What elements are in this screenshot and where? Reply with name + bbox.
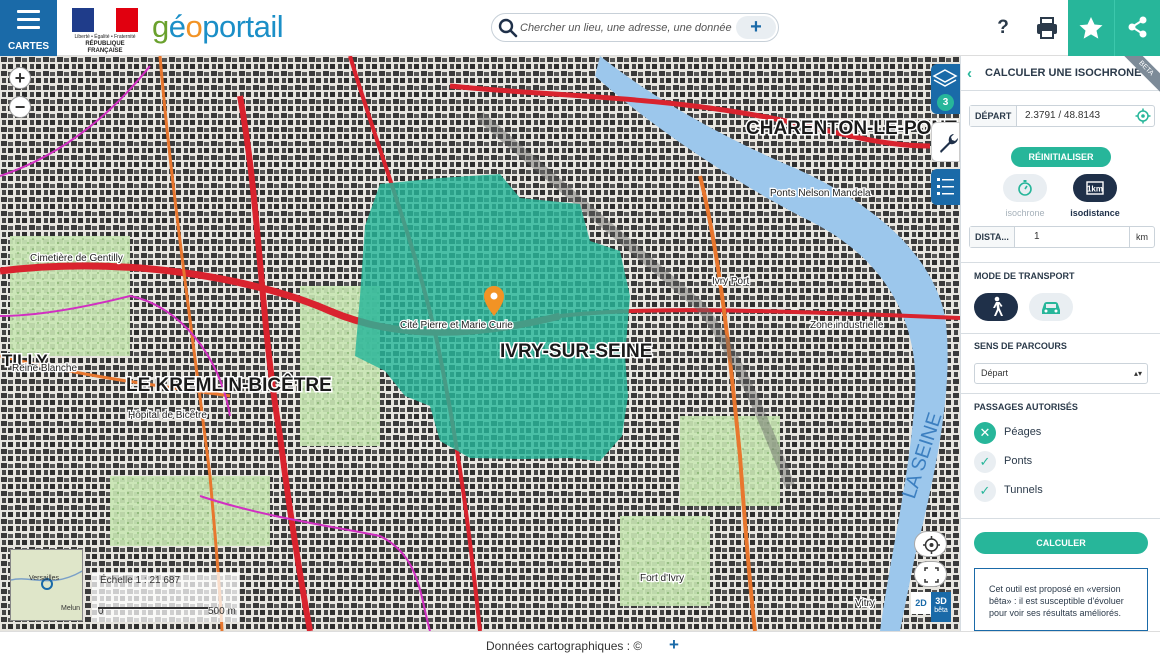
fullscreen-icon [924,567,939,583]
reset-button[interactable]: RÉINITIALISER [1011,147,1111,167]
menu-label: CARTES [7,41,50,52]
2d-mode-button[interactable]: 2D [911,592,931,614]
label-mandela: Ponts Nelson Mandela [770,188,871,199]
distance-icon: 1km [1086,181,1104,195]
label-cite: Cité Pierre et Marie Curie [400,320,513,331]
label-ivry-port: Ivry Port [712,276,749,287]
hamburger-icon [17,10,40,34]
label-vitry: Vitry [855,598,875,609]
locate-point-icon[interactable] [1135,108,1151,124]
share-icon [1128,16,1147,38]
svg-text:Melun: Melun [61,605,80,612]
crosshair-icon [923,536,940,554]
tunnels-check-icon[interactable]: ✓ [974,480,996,502]
rf-motto: Liberté • Égalité • Fraternité [74,34,136,40]
depart-field[interactable]: DÉPART 2.3791 / 48.8143 [969,105,1155,127]
fullscreen-button[interactable] [914,561,947,587]
share-button[interactable] [1114,0,1160,56]
isochrone-mode-button[interactable] [1003,174,1047,202]
scale-bar [98,607,208,609]
tunnels-label: Tunnels [1004,484,1043,496]
peages-label: Péages [1004,426,1042,438]
stopwatch-icon [1018,180,1032,196]
label-gentilly: Cimetière de Gentilly [30,253,123,264]
geolocate-button[interactable] [914,531,947,557]
scale-zero: 0 [98,606,104,617]
label-ivry: IVRY-SUR-SEINE [500,341,652,362]
peages-cross-icon[interactable]: ✕ [974,422,996,444]
list-icon [937,178,954,195]
beta-notice: Cet outil est proposé en «version bêta» … [974,568,1148,631]
walk-mode-button[interactable] [974,293,1018,321]
scale-indicator: Échelle 1 : 21 687 0 500 m [92,572,240,622]
sens-value: Départ [981,368,1009,378]
pedestrian-icon [993,296,1003,316]
zoom-out-button[interactable]: − [9,96,31,118]
scale-end: 500 m [208,606,236,617]
distance-unit: km [1129,227,1148,247]
label-hopital: Hôpital de Bicêtre [128,410,207,421]
label-kremlin: LE KREMLIN-BICÊTRE [126,374,332,396]
label-fort: Fort d'Ivry [640,573,684,584]
label-reine: Reine Blanche [12,363,77,374]
republique-francaise-logo: Liberté • Égalité • Fraternité RÉPUBLIQU… [70,6,140,54]
isochrone-label: isochrone [1005,208,1045,218]
distance-value[interactable]: 1 [1034,227,1040,247]
legend-button[interactable] [931,169,960,205]
credits-expand-button[interactable]: + [669,635,679,655]
calculate-button[interactable]: CALCULER [974,532,1148,554]
geoportail-logo[interactable]: géoportail [152,9,284,45]
passages-title: PASSAGES AUTORISÉS [974,402,1078,412]
depart-label: DÉPART [970,106,1018,126]
layers-icon [932,69,958,87]
car-icon [1042,302,1060,314]
layers-button[interactable]: 3 [931,64,960,114]
sens-select[interactable]: Départ ▴▾ [974,363,1148,384]
ponts-check-icon[interactable]: ✓ [974,451,996,473]
star-icon [1079,17,1103,39]
panel-title: CALCULER UNE ISOCHRONE [985,67,1142,79]
isodistance-label: isodistance [1070,208,1120,218]
map-view[interactable]: CHARENTON-LE-PONT LE KREMLIN-BICÊTRE IVR… [0,56,960,631]
header-bar: CARTES Liberté • Égalité • Fraternité RÉ… [0,0,1160,56]
isodistance-mode-button[interactable]: 1km [1073,174,1117,202]
search-input[interactable] [520,18,735,38]
print-icon[interactable] [1032,14,1062,42]
cartes-menu-button[interactable]: CARTES [0,0,57,56]
scale-text: Échelle 1 : 21 687 [100,575,181,586]
label-zone: Zone industrielle [810,320,884,331]
favorites-button[interactable] [1068,0,1114,56]
car-mode-button[interactable] [1029,293,1073,321]
svg-text:1km: 1km [1087,185,1103,194]
flag-icon [72,8,138,32]
advanced-search-button[interactable]: + [736,16,776,39]
search-icon[interactable] [498,18,518,38]
transport-title: MODE DE TRANSPORT [974,271,1075,281]
footer-bar: Données cartographiques : © + [0,631,1160,658]
3d-mode-button[interactable]: 3D bêta [931,592,951,622]
panel-header: ‹ CALCULER UNE ISOCHRONE BETA [961,56,1160,98]
back-chevron-icon[interactable]: ‹ [967,65,972,82]
wrench-icon [940,134,958,153]
distance-label: DISTA... [970,227,1015,247]
tools-button[interactable] [931,122,960,162]
rf-name: RÉPUBLIQUE FRANÇAISE [85,41,125,54]
label-charenton: CHARENTON-LE-PONT [746,118,957,139]
svg-text:Versailles: Versailles [29,575,59,582]
isochrone-panel: ‹ CALCULER UNE ISOCHRONE BETA DÉPART 2.3… [960,56,1160,631]
sens-title: SENS DE PARCOURS [974,341,1067,351]
search-bar: + [491,13,779,42]
ponts-label: Ponts [1004,455,1033,467]
map-data-credits: Données cartographiques : © [486,639,643,653]
overview-minimap[interactable]: Versailles Melun [10,549,83,621]
layers-count-badge: 3 [937,94,954,111]
help-button[interactable]: ? [988,14,1018,42]
depart-value[interactable]: 2.3791 / 48.8143 [1025,106,1100,126]
select-arrow-icon: ▴▾ [1133,369,1142,378]
distance-field[interactable]: DISTA... 1 km [969,226,1155,248]
map-canvas: CHARENTON-LE-PONT LE KREMLIN-BICÊTRE IVR… [0,56,960,631]
zoom-in-button[interactable]: + [9,67,31,89]
